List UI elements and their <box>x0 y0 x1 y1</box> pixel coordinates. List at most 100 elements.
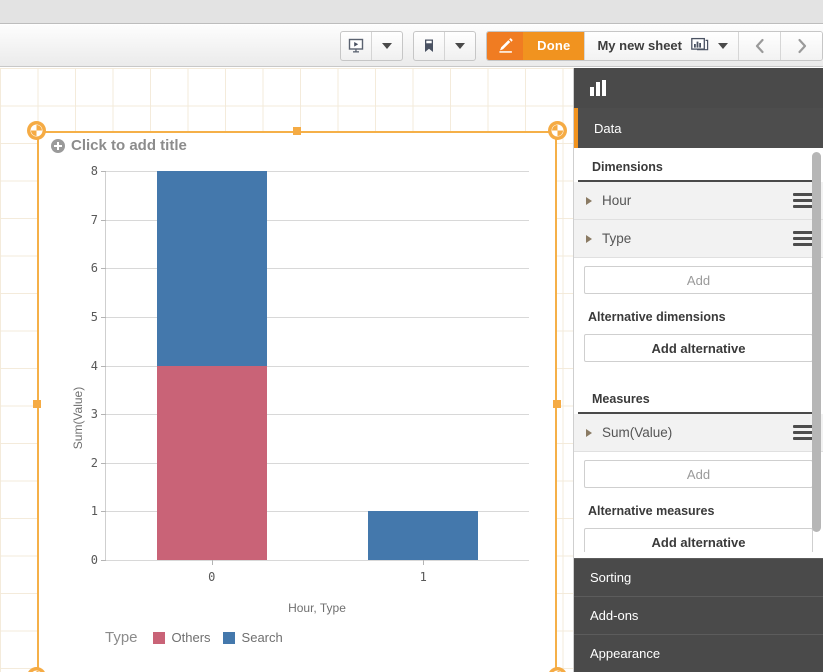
legend-item[interactable]: Search <box>222 630 283 645</box>
plus-circle-icon <box>51 138 65 153</box>
legend-title: Type <box>105 629 138 646</box>
bar-chart-icon <box>590 80 606 96</box>
done-button[interactable]: Done <box>523 31 585 60</box>
resize-handle-top-middle[interactable] <box>293 127 301 135</box>
presentation-icon[interactable] <box>341 32 371 60</box>
bookmark-button-group[interactable] <box>413 30 477 61</box>
y-tick-label: 3 <box>90 407 98 422</box>
chevron-down-icon <box>382 42 393 49</box>
dimension-row-type[interactable]: Type <box>574 220 823 258</box>
x-tick-mark <box>423 560 425 565</box>
hamburger-icon[interactable] <box>793 193 813 208</box>
add-dimension-button[interactable]: Add <box>584 266 813 294</box>
window-top-strip <box>0 0 823 24</box>
y-gridline <box>106 560 529 561</box>
y-tick-label: 8 <box>90 164 98 178</box>
y-tick-mark <box>101 462 106 464</box>
bookmark-dropdown-button[interactable] <box>445 32 475 60</box>
chart-plot-area[interactable]: 0 1 2 3 4 5 6 7 8 0 1 <box>91 164 529 584</box>
accordion-item-appearance[interactable]: Appearance <box>574 634 823 672</box>
alternative-measures-heading: Alternative measures <box>588 504 715 518</box>
bar-segment-search[interactable] <box>368 511 479 560</box>
accordion-item-sorting[interactable]: Sorting <box>574 558 823 596</box>
story-dropdown-button[interactable] <box>372 32 402 60</box>
panel-scrollbar[interactable] <box>812 152 821 532</box>
panel-scroll-region[interactable]: Dimensions Hour Type Add Alternative dim… <box>574 148 823 552</box>
dimensions-heading: Dimensions <box>578 148 819 182</box>
add-alternative-measure-button[interactable]: Add alternative <box>584 528 813 552</box>
sheet-name-label: My new sheet <box>597 38 682 53</box>
tab-data-label: Data <box>594 120 622 136</box>
bar-chart[interactable]: Sum(Value) 0 1 2 3 4 5 6 7 8 0 1 Hour, Type Type O… <box>39 161 555 672</box>
y-tick-mark <box>101 268 106 270</box>
chart-title-text: Click to add title <box>71 137 187 154</box>
top-toolbar: Done My new sheet <box>0 25 823 67</box>
sheet-canvas[interactable]: Click to add title Sum(Value) 0123456780… <box>0 68 573 672</box>
bar-segment-search[interactable] <box>156 171 267 366</box>
y-tick-mark <box>101 365 106 367</box>
y-tick-mark <box>101 171 106 172</box>
resize-handle-left-middle[interactable] <box>33 399 41 408</box>
y-tick-label: 5 <box>90 309 98 324</box>
add-measure-button[interactable]: Add <box>584 460 813 488</box>
previous-sheet-button[interactable] <box>738 31 780 60</box>
y-tick-mark <box>101 219 106 221</box>
measure-label: Sum(Value) <box>602 425 673 440</box>
chart-object-body: Click to add title Sum(Value) 0123456780… <box>39 133 555 672</box>
chart-legend: Type Others Search <box>105 629 529 646</box>
sheet-selector-button[interactable]: My new sheet <box>584 31 738 60</box>
qlik-sense-editor: Done My new sheet Click to add title Sum… <box>0 0 823 672</box>
dimension-label: Hour <box>602 193 632 208</box>
resize-handle-right-middle[interactable] <box>553 399 561 408</box>
triangle-right-icon[interactable] <box>586 196 592 205</box>
bar-segment-others[interactable] <box>156 365 267 560</box>
x-tick-mark <box>211 560 213 565</box>
triangle-right-icon[interactable] <box>586 428 592 437</box>
dimension-label: Type <box>602 231 632 246</box>
legend-label: Search <box>241 630 283 645</box>
y-tick-mark <box>101 316 106 318</box>
pencil-icon[interactable] <box>487 31 524 60</box>
measures-heading: Measures <box>578 380 819 414</box>
hamburger-icon[interactable] <box>793 425 813 440</box>
story-button-group[interactable] <box>340 30 404 61</box>
property-panel: Data Dimensions Hour Type Add Alternativ… <box>573 68 823 672</box>
y-axis-title: Sum(Value) <box>71 386 86 449</box>
chart-object-frame[interactable]: Click to add title Sum(Value) 0123456780… <box>27 121 567 672</box>
bar-column[interactable] <box>156 171 267 560</box>
y-tick-mark <box>101 414 106 416</box>
chevron-down-icon <box>455 42 466 49</box>
resize-handle-top-left[interactable] <box>27 121 46 140</box>
x-axis-title: Hour, Type <box>288 601 346 615</box>
y-tick-label: 6 <box>90 261 98 276</box>
legend-label: Others <box>171 630 211 645</box>
y-tick-label: 1 <box>90 504 98 519</box>
y-tick-label: 0 <box>90 553 98 567</box>
y-tick-mark <box>101 511 106 513</box>
sheet-chart-icon <box>691 36 709 55</box>
dimension-row-hour[interactable]: Hour <box>574 182 823 220</box>
alternative-dimensions-heading: Alternative dimensions <box>588 310 726 324</box>
legend-swatch <box>152 631 165 644</box>
x-tick-label[interactable]: 0 <box>208 570 215 584</box>
triangle-right-icon[interactable] <box>586 234 592 243</box>
add-alternative-dimension-button[interactable]: Add alternative <box>584 334 813 362</box>
y-tick-label: 2 <box>90 455 98 470</box>
next-sheet-button[interactable] <box>780 31 822 60</box>
chart-title-placeholder[interactable]: Click to add title <box>51 137 187 154</box>
bar-column[interactable] <box>368 511 479 560</box>
y-tick-label: 4 <box>90 358 98 373</box>
panel-header <box>574 68 823 108</box>
y-tick-label: 7 <box>90 212 98 227</box>
y-tick-mark <box>101 560 106 561</box>
accordion-item-addons[interactable]: Add-ons <box>574 596 823 634</box>
bookmark-icon[interactable] <box>414 32 444 60</box>
panel-accordion: Sorting Add-ons Appearance <box>574 558 823 672</box>
legend-swatch <box>222 631 235 644</box>
measure-row-sum-value[interactable]: Sum(Value) <box>574 414 823 452</box>
resize-handle-top-right[interactable] <box>548 121 567 140</box>
hamburger-icon[interactable] <box>793 231 813 246</box>
legend-item[interactable]: Others <box>152 630 211 645</box>
x-tick-label[interactable]: 1 <box>420 570 427 584</box>
tab-data[interactable]: Data <box>574 108 823 148</box>
